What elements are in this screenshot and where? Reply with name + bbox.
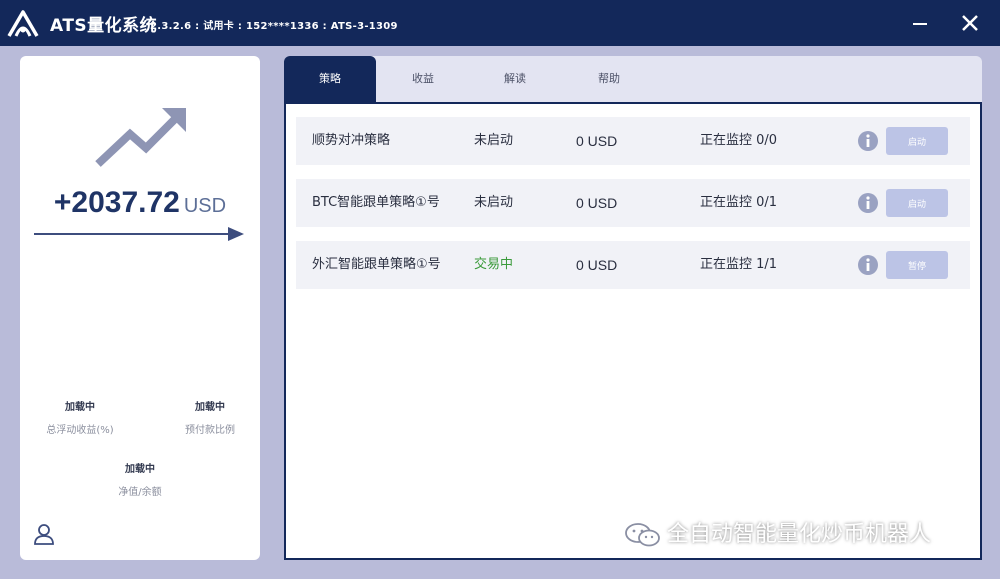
tab-bar: 策略 收益 解读 帮助 <box>284 56 982 102</box>
wechat-icon <box>625 523 660 547</box>
stat-net-balance: 加载中 净值/余额 <box>98 460 182 498</box>
watermark-text: 全自动智能量化炒币机器人 <box>667 522 932 547</box>
title-bar: ATS量化系统 2.3.2.6 : 试用卡 : 152****1336 : AT… <box>0 0 1000 46</box>
strategy-monitor: 正在监控 0/0 <box>700 133 778 148</box>
strategy-amount: 0 USD <box>576 133 618 149</box>
tab-earnings[interactable]: 收益 <box>378 56 468 102</box>
stat-value: 加载中 <box>125 464 155 475</box>
strategy-name: 外汇智能跟单策略①号 <box>312 257 441 272</box>
stat-label: 预付款比例 <box>185 425 235 436</box>
strategy-status: 交易中 <box>474 257 514 272</box>
profit-unit: USD <box>183 195 227 217</box>
close-icon[interactable] <box>957 10 983 36</box>
strategy-name: 顺势对冲策略 <box>312 133 391 148</box>
strategy-list: 顺势对冲策略 未启动 0 USD 正在监控 0/0 启动 BTC智能跟单策略①号… <box>284 102 982 560</box>
tab-strategy[interactable]: 策略 <box>284 56 376 102</box>
info-icon[interactable] <box>857 254 879 276</box>
strategy-row: BTC智能跟单策略①号 未启动 0 USD 正在监控 0/1 启动 <box>296 179 970 227</box>
strategy-row: 顺势对冲策略 未启动 0 USD 正在监控 0/0 启动 <box>296 117 970 165</box>
strategy-row: 外汇智能跟单策略①号 交易中 0 USD 正在监控 1/1 暂停 <box>296 241 970 289</box>
trend-up-icon <box>95 108 186 167</box>
stat-label: 净值/余额 <box>118 487 162 498</box>
summary-panel: +2037.72 USD 加载中 总浮动收益(%) 加载中 预付款比例 加载中 净… <box>20 56 260 560</box>
arrow-right-icon <box>34 227 244 241</box>
app-version-info: 2.3.2.6 : 试用卡 : 152****1336 : ATS-3-1309 <box>150 21 398 32</box>
info-icon[interactable] <box>857 130 879 152</box>
user-icon[interactable] <box>32 522 56 546</box>
start-button[interactable]: 启动 <box>886 189 948 217</box>
tab-interpretation[interactable]: 解读 <box>470 56 560 102</box>
strategy-name: BTC智能跟单策略①号 <box>312 195 440 210</box>
tab-help[interactable]: 帮助 <box>564 56 654 102</box>
stat-value: 加载中 <box>195 402 225 413</box>
info-icon[interactable] <box>857 192 879 214</box>
stat-prepayment-ratio: 加载中 预付款比例 <box>168 398 252 436</box>
total-profit: +2037.72 USD <box>20 186 260 220</box>
strategy-monitor: 正在监控 0/1 <box>700 195 778 210</box>
stat-value: 加载中 <box>65 402 95 413</box>
ats-logo-icon <box>7 10 39 37</box>
profit-value: +2037.72 <box>53 186 180 219</box>
strategy-monitor: 正在监控 1/1 <box>700 257 778 272</box>
stat-label: 总浮动收益(%) <box>46 425 114 436</box>
strategy-amount: 0 USD <box>576 257 618 273</box>
pause-button[interactable]: 暂停 <box>886 251 948 279</box>
minimize-icon[interactable] <box>907 10 933 36</box>
strategy-status: 未启动 <box>474 133 514 148</box>
stat-floating-profit: 加载中 总浮动收益(%) <box>38 398 122 436</box>
strategy-status: 未启动 <box>474 195 514 210</box>
app-title: ATS量化系统 <box>50 16 158 36</box>
start-button[interactable]: 启动 <box>886 127 948 155</box>
strategy-amount: 0 USD <box>576 195 618 211</box>
